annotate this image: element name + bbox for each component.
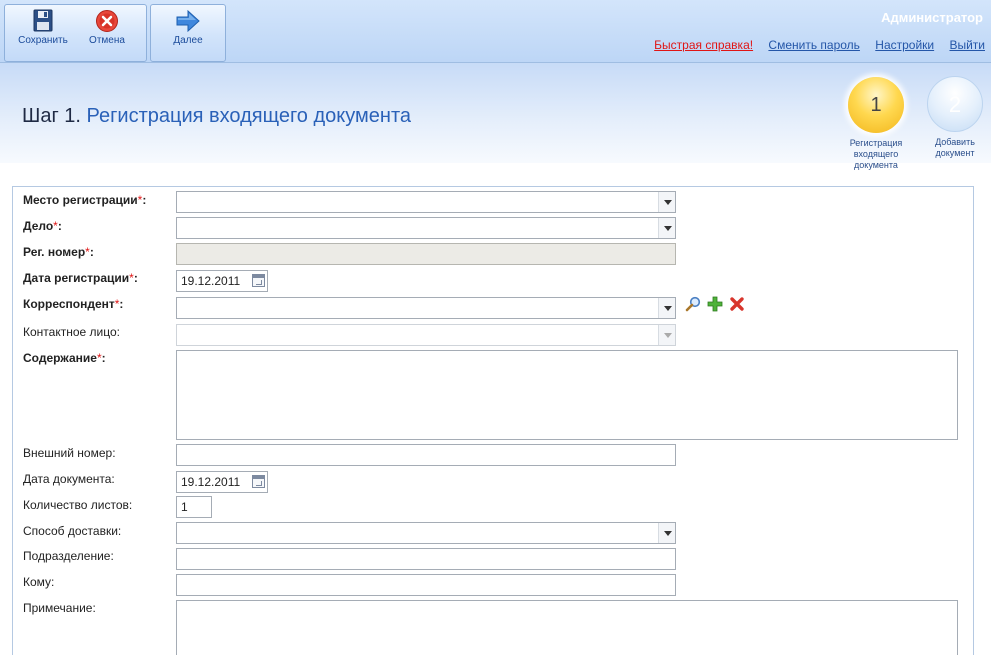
correspondent-label: Корреспондент*:: [23, 297, 124, 311]
cancel-button-label: Отмена: [89, 35, 125, 46]
step-caption: Добавить документ: [935, 137, 975, 158]
step-title: Регистрация входящего документа: [86, 105, 412, 127]
department-input[interactable]: [176, 548, 676, 570]
calendar-icon[interactable]: [252, 475, 265, 488]
reg-number-input: [176, 243, 676, 265]
cancel-button[interactable]: Отмена: [77, 7, 137, 59]
content-textarea[interactable]: [176, 350, 958, 440]
change-password-link[interactable]: Сменить пароль: [768, 38, 860, 52]
content-label: Содержание*:: [23, 351, 106, 365]
correspondent-select[interactable]: [176, 297, 676, 319]
reg-date-input[interactable]: 19.12.2011: [176, 270, 268, 292]
top-toolbar: Сохранить Отмена Далее Администратор Быс…: [0, 0, 991, 63]
registration-place-select[interactable]: [176, 191, 676, 213]
page-header: Шаг 1. Регистрация входящего документа 1…: [0, 63, 991, 170]
case-label: Дело*:: [23, 219, 62, 233]
magnifier-icon[interactable]: [685, 296, 701, 312]
logout-link[interactable]: Выйти: [949, 38, 985, 52]
external-number-input[interactable]: [176, 444, 676, 466]
plus-icon[interactable]: [707, 296, 723, 312]
chevron-down-icon[interactable]: [658, 298, 675, 318]
cancel-circle-icon: [94, 9, 120, 33]
current-user: Администратор: [881, 10, 983, 25]
chevron-down-icon[interactable]: [658, 325, 675, 345]
external-number-label: Внешний номер:: [23, 446, 116, 460]
save-button[interactable]: Сохранить: [13, 7, 73, 59]
recipient-label: Кому:: [23, 575, 55, 589]
step-caption: Регистрация входящего документа: [849, 138, 903, 170]
floppy-disk-icon: [30, 9, 56, 33]
next-button[interactable]: Далее: [158, 7, 218, 59]
contact-person-select[interactable]: [176, 324, 676, 346]
chevron-down-icon[interactable]: [658, 523, 675, 543]
toolbar-group-edit: Сохранить Отмена: [4, 4, 147, 62]
note-textarea[interactable]: [176, 600, 958, 655]
settings-link[interactable]: Настройки: [875, 38, 934, 52]
reg-date-label: Дата регистрации*:: [23, 271, 138, 285]
contact-person-label: Контактное лицо:: [23, 325, 120, 339]
page-title: Шаг 1. Регистрация входящего документа: [22, 105, 411, 128]
top-links: Быстрая справка! Сменить пароль Настройк…: [642, 38, 985, 52]
delivery-method-select[interactable]: [176, 522, 676, 544]
toolbar-group-nav: Далее: [150, 4, 226, 62]
wizard-step-1[interactable]: 1 Регистрация входящего документа: [834, 77, 918, 171]
sheets-count-input[interactable]: 1: [176, 496, 212, 518]
sheets-count-label: Количество листов:: [23, 498, 133, 512]
cross-icon[interactable]: [729, 296, 745, 312]
recipient-input[interactable]: [176, 574, 676, 596]
document-date-label: Дата документа:: [23, 472, 115, 486]
chevron-down-icon[interactable]: [658, 218, 675, 238]
step-prefix: Шаг 1.: [22, 105, 81, 127]
step-number: 1: [848, 77, 904, 133]
correspondent-actions: [685, 296, 747, 315]
registration-form: Место регистрации*: Дело*: Рег. номер*: …: [12, 186, 974, 655]
delivery-method-label: Способ доставки:: [23, 524, 122, 538]
reg-number-label: Рег. номер*:: [23, 245, 94, 259]
case-select[interactable]: [176, 217, 676, 239]
note-label: Примечание:: [23, 601, 96, 615]
arrow-right-icon: [175, 9, 201, 33]
chevron-down-icon[interactable]: [658, 192, 675, 212]
step-number: 2: [927, 76, 983, 132]
document-date-input[interactable]: 19.12.2011: [176, 471, 268, 493]
next-button-label: Далее: [173, 35, 203, 46]
registration-place-label: Место регистрации*:: [23, 193, 147, 207]
wizard-step-2[interactable]: 2 Добавить документ: [913, 76, 991, 159]
department-label: Подразделение:: [23, 549, 114, 563]
help-link[interactable]: Быстрая справка!: [654, 38, 753, 52]
calendar-icon[interactable]: [252, 274, 265, 287]
save-button-label: Сохранить: [18, 35, 68, 46]
